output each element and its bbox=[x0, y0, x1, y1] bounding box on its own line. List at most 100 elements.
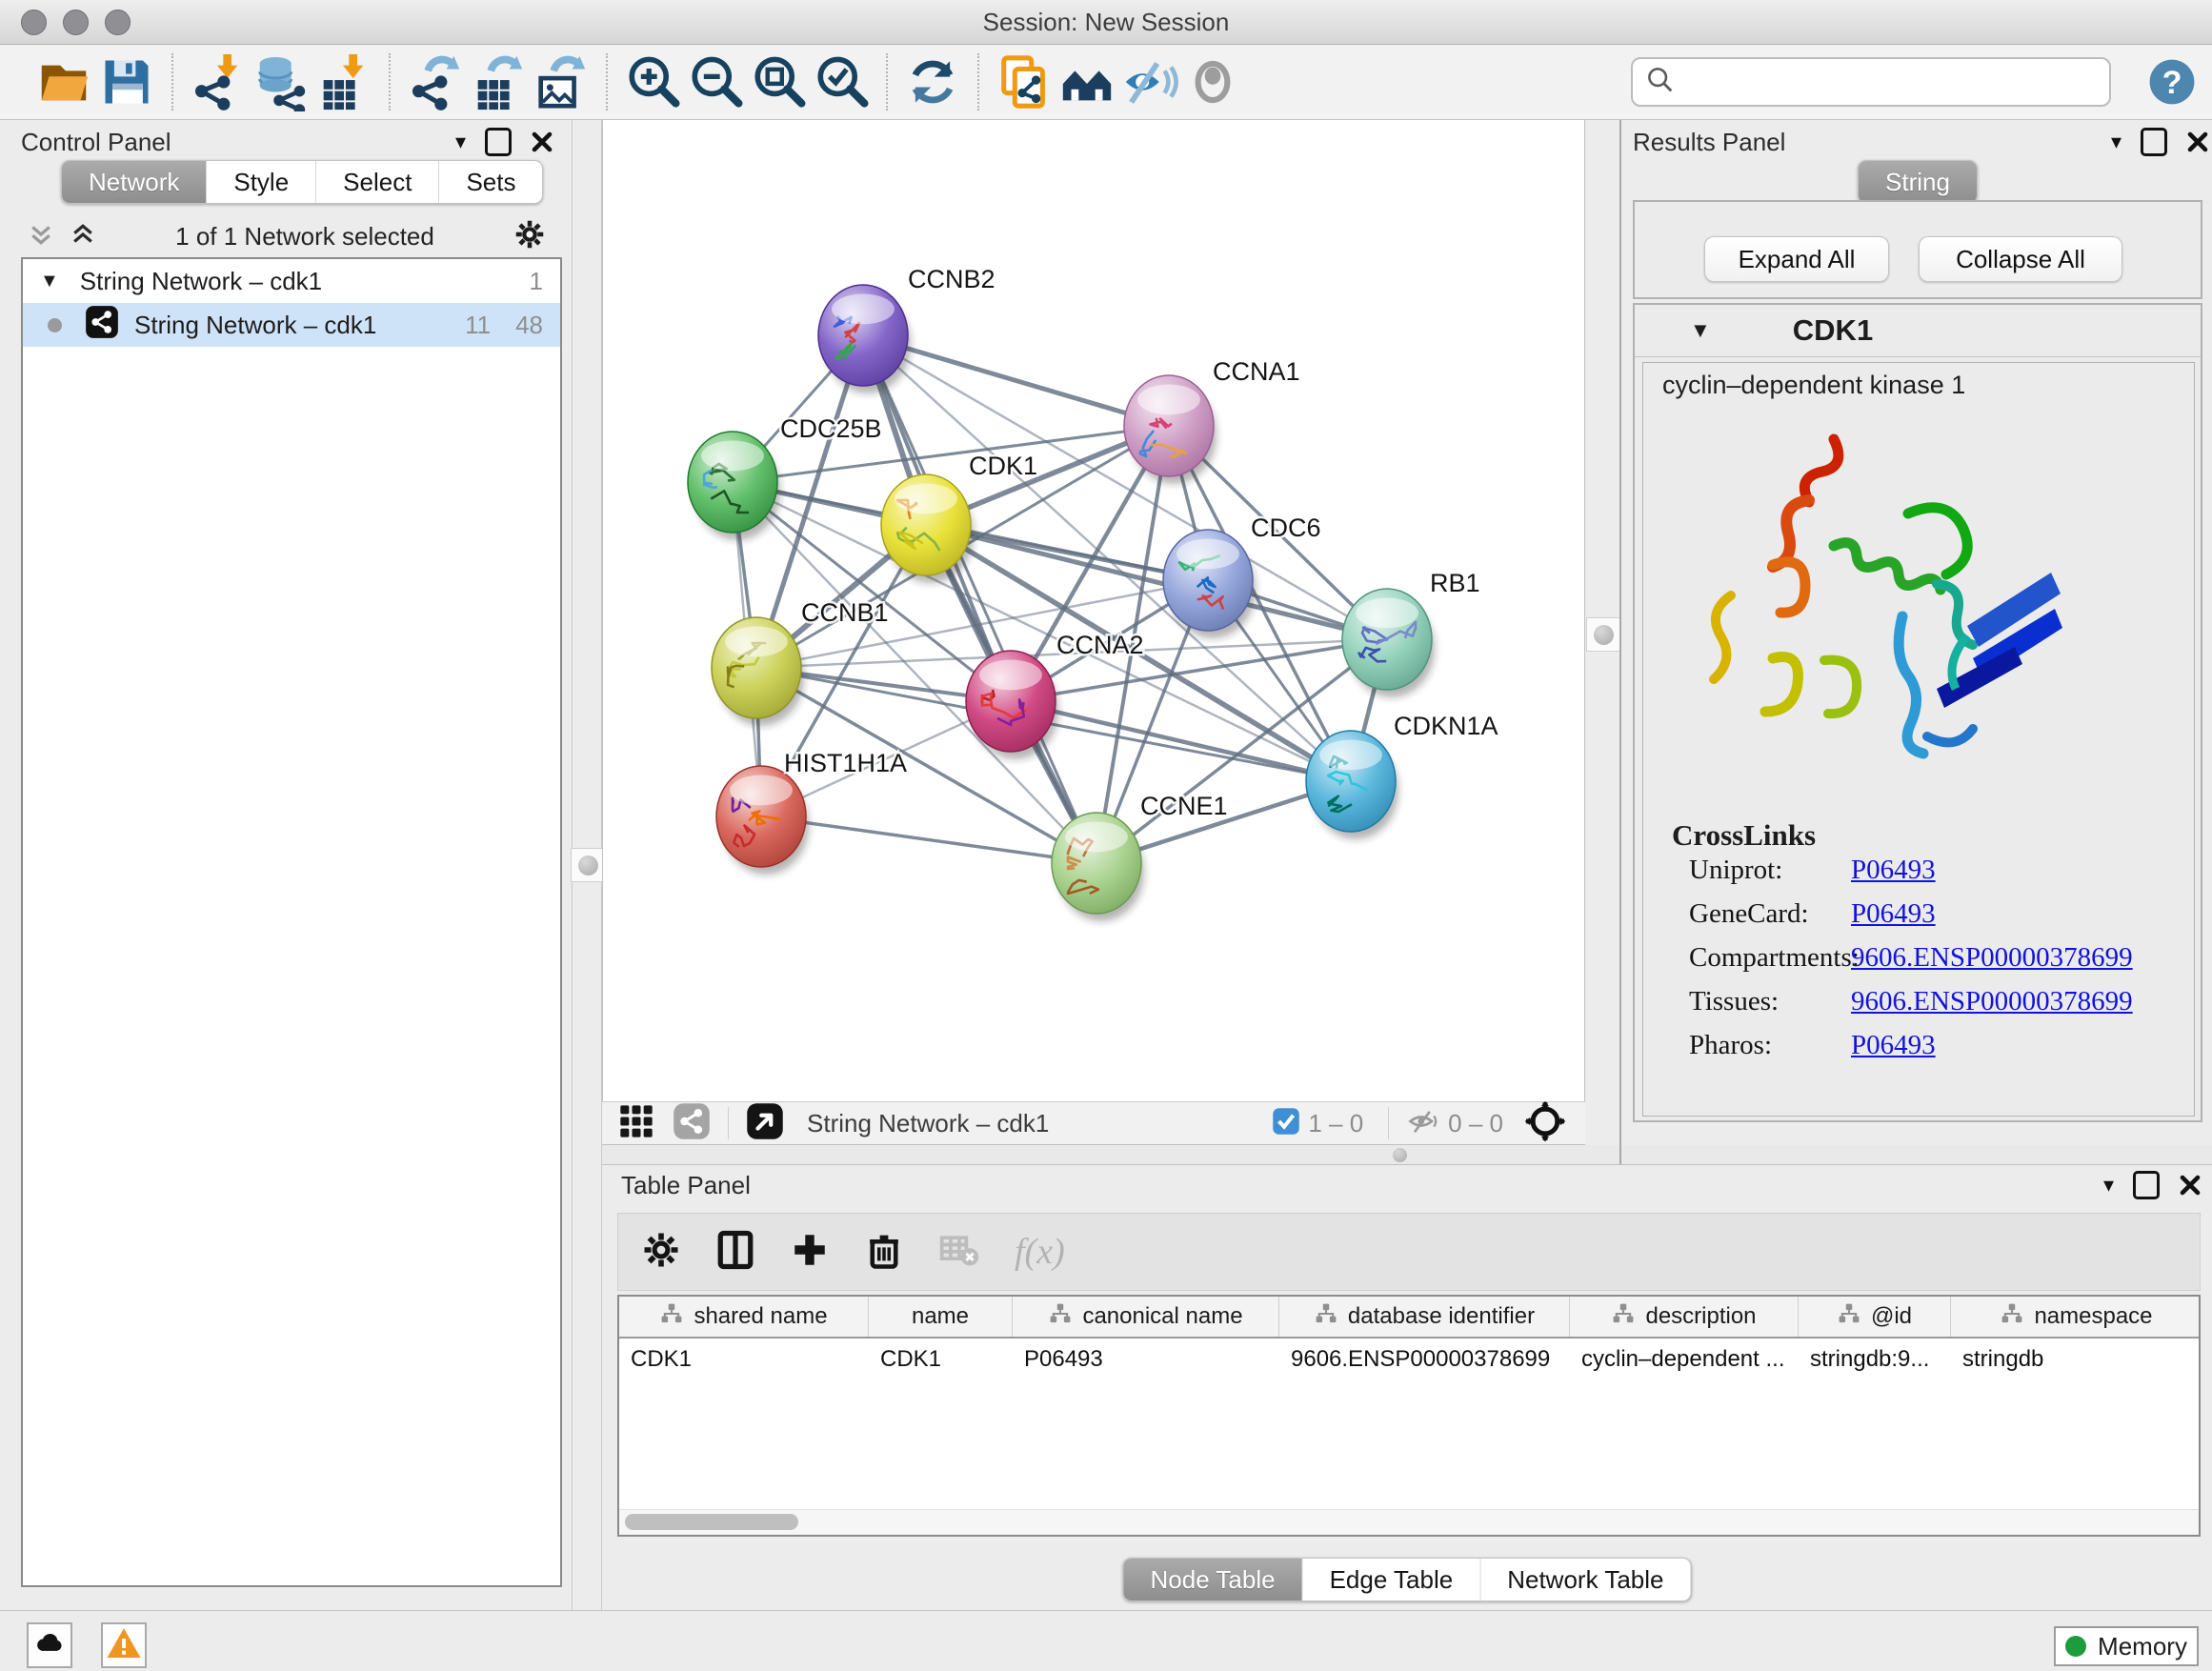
first-neighbors-button[interactable] bbox=[1056, 50, 1118, 113]
cloud-button[interactable] bbox=[27, 1622, 72, 1668]
search-input[interactable] bbox=[1631, 57, 2111, 107]
network-node-CCNA1[interactable]: CCNA1 bbox=[1124, 357, 1300, 484]
protein-structure-image[interactable] bbox=[1681, 422, 2072, 773]
pan-crosshair-icon[interactable] bbox=[1524, 1100, 1566, 1147]
network-node-CDKN1A[interactable]: CDKN1A bbox=[1306, 712, 1498, 839]
collapse-all-tree-icon[interactable] bbox=[27, 220, 55, 253]
birdseye-grid-icon[interactable] bbox=[617, 1102, 655, 1145]
collapse-all-button[interactable]: Collapse All bbox=[1919, 236, 2122, 282]
column-header-@id[interactable]: @id bbox=[1799, 1297, 1951, 1337]
tab-sets[interactable]: Sets bbox=[438, 161, 542, 203]
expand-all-tree-icon[interactable] bbox=[69, 220, 97, 253]
help-button[interactable]: ? bbox=[2147, 57, 2197, 107]
show-all-button[interactable] bbox=[1181, 50, 1244, 113]
network-row-selected[interactable]: String Network – cdk1 11 48 bbox=[23, 303, 560, 347]
hidden-eye-slash-icon[interactable] bbox=[1406, 1104, 1440, 1143]
table-cell[interactable]: CDK1 bbox=[869, 1339, 1013, 1380]
import-table-file-button[interactable] bbox=[312, 50, 375, 113]
node-table[interactable]: shared namenamecanonical namedatabase id… bbox=[617, 1295, 2201, 1537]
panel-float-button[interactable] bbox=[485, 128, 512, 156]
collapse-gene-icon[interactable]: ▼ bbox=[1690, 318, 1711, 343]
table-cell[interactable]: P06493 bbox=[1013, 1339, 1279, 1380]
tab-select[interactable]: Select bbox=[315, 161, 438, 203]
table-hscrollbar[interactable] bbox=[619, 1509, 2199, 1535]
right-splitter-handle[interactable] bbox=[1586, 617, 1620, 652]
panel-float-button[interactable] bbox=[2133, 1171, 2160, 1199]
tab-string[interactable]: String bbox=[1859, 161, 1977, 203]
network-edge-CCNA2-CDKN1A[interactable] bbox=[1011, 701, 1351, 781]
table-cell[interactable]: 9606.ENSP00000378699 bbox=[1279, 1339, 1570, 1380]
column-header-namespace[interactable]: namespace bbox=[1951, 1297, 2201, 1337]
string-overlay-icon[interactable] bbox=[673, 1102, 711, 1145]
tab-network-table[interactable]: Network Table bbox=[1479, 1559, 1690, 1601]
network-edge-CCNB2-CCNE1[interactable] bbox=[863, 335, 1096, 863]
panel-menu-button[interactable]: ▾ bbox=[2103, 1175, 2114, 1196]
left-splitter-handle[interactable] bbox=[571, 848, 605, 882]
save-session-button[interactable] bbox=[95, 50, 158, 113]
tree-expand-icon[interactable]: ▼ bbox=[40, 271, 59, 292]
panel-float-button[interactable] bbox=[2141, 128, 2167, 156]
panel-menu-button[interactable]: ▾ bbox=[455, 131, 466, 152]
network-node-CDC25B[interactable]: CDC25B bbox=[688, 414, 882, 540]
column-header-database-identifier[interactable]: database identifier bbox=[1279, 1297, 1570, 1337]
crosslink-link[interactable]: 9606.ENSP00000378699 bbox=[1851, 986, 2133, 1017]
show-columns-icon[interactable] bbox=[715, 1230, 755, 1275]
zoom-selected-button[interactable] bbox=[810, 50, 873, 113]
table-cell[interactable]: cyclin–dependent ... bbox=[1570, 1339, 1799, 1380]
tab-node-table[interactable]: Node Table bbox=[1124, 1559, 1302, 1601]
zoom-fit-button[interactable] bbox=[747, 50, 810, 113]
network-node-RB1[interactable]: RB1 bbox=[1342, 569, 1480, 697]
panel-menu-button[interactable]: ▾ bbox=[2111, 131, 2122, 152]
crosslink-link[interactable]: P06493 bbox=[1851, 1030, 1936, 1061]
network-node-CCNE1[interactable]: CCNE1 bbox=[1052, 792, 1228, 921]
export-network-button[interactable] bbox=[404, 50, 467, 113]
hide-selected-button[interactable] bbox=[1118, 50, 1181, 113]
column-header-name[interactable]: name bbox=[869, 1297, 1013, 1337]
table-cell[interactable]: stringdb bbox=[1951, 1339, 2201, 1380]
panel-close-button[interactable] bbox=[2186, 131, 2209, 153]
open-in-string-icon[interactable] bbox=[746, 1102, 784, 1145]
network-graph[interactable]: CCNB2CCNA1CDC25BCDK1CDC6RB1CCNB1CCNA2CDK… bbox=[603, 120, 1584, 1099]
open-folder-icon bbox=[34, 52, 93, 111]
network-node-HIST1H1A[interactable]: HIST1H1A bbox=[716, 749, 907, 875]
table-hscrollbar-thumb[interactable] bbox=[625, 1514, 798, 1530]
crosslink-link[interactable]: P06493 bbox=[1851, 898, 1936, 930]
network-canvas[interactable]: CCNB2CCNA1CDC25BCDK1CDC6RB1CCNB1CCNA2CDK… bbox=[602, 120, 1585, 1101]
clone-network-button[interactable] bbox=[993, 50, 1056, 113]
horizontal-splitter-handle[interactable] bbox=[1393, 1148, 1407, 1162]
network-node-CDC6[interactable]: CDC6 bbox=[1163, 513, 1321, 638]
network-collection-row[interactable]: ▼ String Network – cdk1 1 bbox=[23, 259, 560, 303]
delete-column-trash-icon[interactable] bbox=[864, 1230, 904, 1275]
gene-header-row[interactable]: ▼ CDK1 bbox=[1635, 305, 2201, 357]
crosslink-link[interactable]: P06493 bbox=[1851, 855, 1936, 886]
refresh-button[interactable] bbox=[901, 50, 964, 113]
memory-button[interactable]: Memory bbox=[2054, 1626, 2199, 1666]
zoom-out-button[interactable] bbox=[684, 50, 747, 113]
export-table-button[interactable] bbox=[467, 50, 530, 113]
network-edge-HIST1H1A-CCNE1[interactable] bbox=[761, 816, 1096, 863]
add-column-icon[interactable] bbox=[790, 1230, 830, 1275]
export-image-button[interactable] bbox=[530, 50, 593, 113]
column-header-description[interactable]: description bbox=[1570, 1297, 1799, 1337]
import-network-file-button[interactable] bbox=[187, 50, 250, 113]
column-header-shared-name[interactable]: shared name bbox=[619, 1297, 869, 1337]
table-cell[interactable]: CDK1 bbox=[619, 1339, 869, 1380]
tab-edge-table[interactable]: Edge Table bbox=[1302, 1559, 1480, 1601]
warning-button[interactable] bbox=[101, 1622, 147, 1668]
table-cell[interactable]: stringdb:9... bbox=[1799, 1339, 1951, 1380]
table-row[interactable]: CDK1CDK1P064939606.ENSP00000378699cyclin… bbox=[619, 1339, 2199, 1380]
panel-close-button[interactable] bbox=[531, 131, 553, 153]
crosslink-link[interactable]: 9606.ENSP00000378699 bbox=[1851, 942, 2133, 974]
open-file-button[interactable] bbox=[32, 50, 95, 113]
column-header-canonical-name[interactable]: canonical name bbox=[1013, 1297, 1279, 1337]
import-network-database-button[interactable] bbox=[250, 50, 312, 113]
tab-style[interactable]: Style bbox=[206, 161, 315, 203]
tab-network[interactable]: Network bbox=[62, 161, 206, 203]
zoom-in-button[interactable] bbox=[621, 50, 684, 113]
table-settings-gear-icon[interactable] bbox=[641, 1230, 681, 1275]
expand-all-button[interactable]: Expand All bbox=[1704, 236, 1889, 282]
panel-close-button[interactable] bbox=[2179, 1174, 2202, 1197]
selected-checkbox-icon[interactable] bbox=[1272, 1107, 1300, 1140]
gear-icon[interactable] bbox=[513, 217, 547, 256]
status-bar: Memory bbox=[0, 1610, 2212, 1671]
